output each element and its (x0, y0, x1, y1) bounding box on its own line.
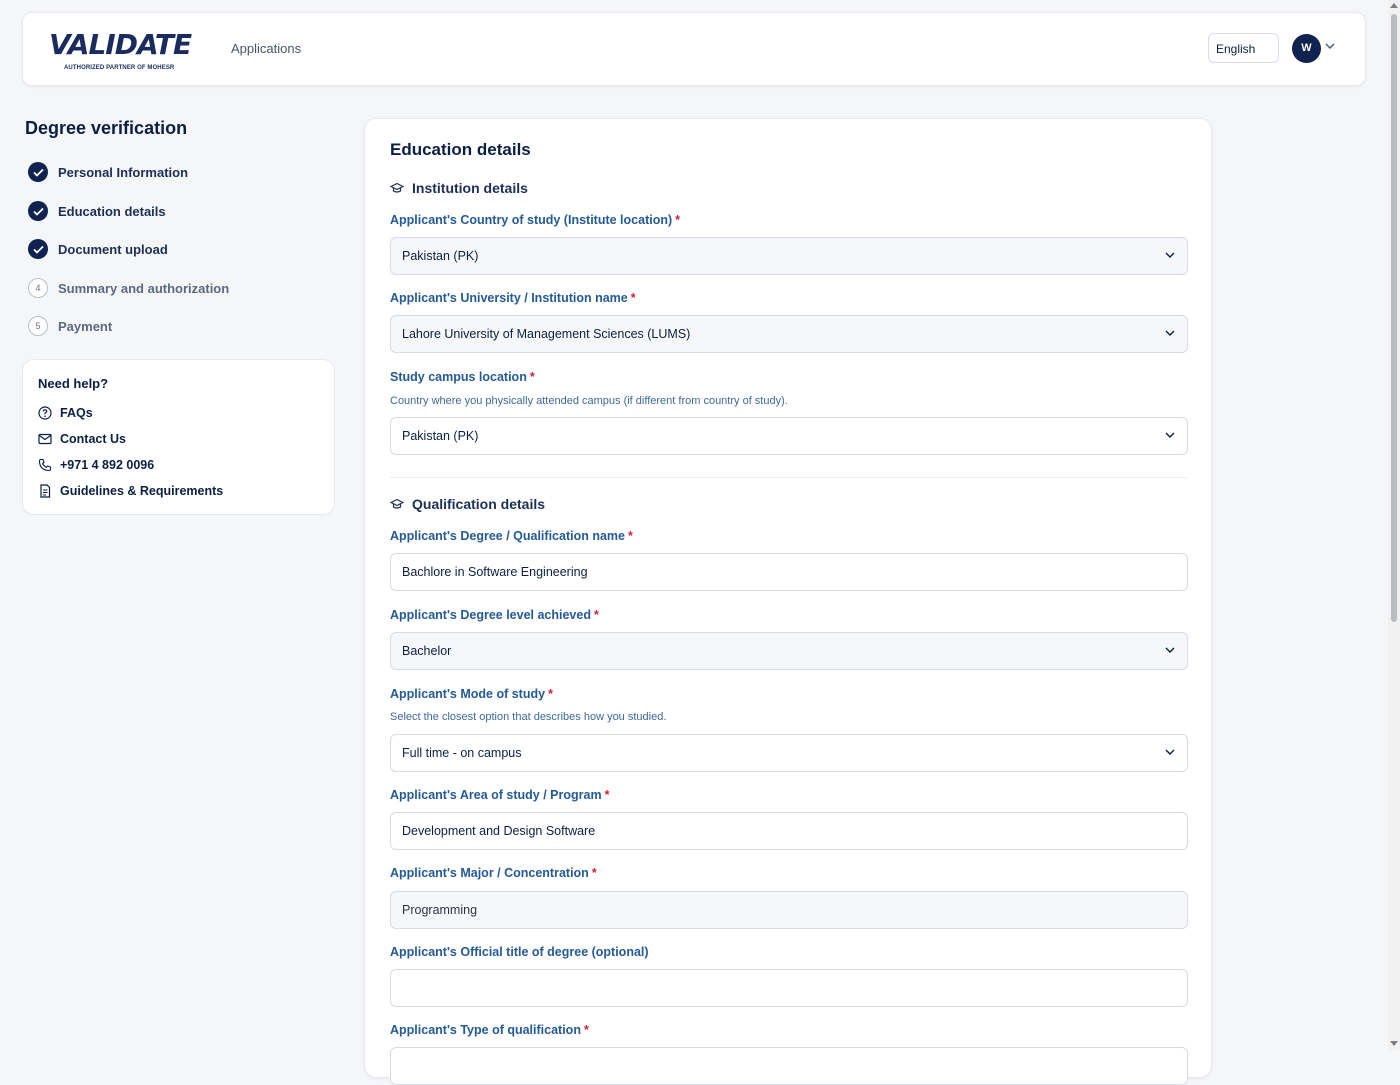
help-item-label: FAQs (60, 406, 93, 420)
degree-level-label: Applicant's Degree level achieved * (390, 608, 599, 622)
major-input[interactable]: Programming (390, 891, 1188, 929)
qualification-section-header: Qualification details (390, 496, 545, 512)
scroll-down-arrow-icon[interactable] (1390, 1041, 1398, 1046)
step-label: Document upload (58, 241, 168, 257)
degree-level-select[interactable]: Bachelor (390, 632, 1188, 670)
chevron-down-icon[interactable] (1325, 42, 1335, 50)
scrollbar-thumb[interactable] (1391, 14, 1397, 622)
page-scrollbar[interactable] (1388, 0, 1400, 1050)
selected-value: Pakistan (PK) (402, 249, 479, 263)
form-title: Education details (390, 140, 531, 159)
chevron-down-icon (1165, 432, 1175, 438)
check-icon (28, 201, 48, 221)
graduation-cap-icon (390, 182, 404, 193)
major-label: Applicant's Major / Concentration * (390, 866, 597, 880)
chevron-down-icon (1165, 749, 1175, 755)
official-title-label: Applicant's Official title of degree (op… (390, 945, 649, 959)
top-navbar: VALIDATE AUTHORIZED PARTNER OF MOHESR Ap… (22, 12, 1366, 86)
help-item-label: Contact Us (60, 432, 126, 446)
step-document-upload[interactable]: Document upload (28, 238, 168, 260)
selected-value: Pakistan (PK) (402, 429, 479, 443)
degree-name-label: Applicant's Degree / Qualification name * (390, 529, 633, 543)
help-guidelines-link[interactable]: Guidelines & Requirements (38, 484, 223, 498)
step-education-details[interactable]: Education details (28, 200, 166, 222)
chevron-down-icon (1165, 647, 1175, 653)
institution-name-select[interactable]: Lahore University of Management Sciences… (390, 315, 1188, 353)
section-title: Qualification details (412, 496, 546, 512)
area-of-study-input[interactable]: Development and Design Software (390, 812, 1188, 850)
mode-of-study-hint: Select the closest option that describes… (390, 711, 667, 723)
help-title: Need help? (38, 376, 109, 391)
campus-location-label: Study campus location * (390, 370, 535, 384)
qualification-type-label: Applicant's Type of qualification * (390, 1023, 589, 1037)
scroll-up-arrow-icon[interactable] (1390, 3, 1398, 8)
country-of-study-select[interactable]: Pakistan (PK) (390, 237, 1188, 275)
logo-wordmark: VALIDATE (49, 28, 192, 61)
help-contact-link[interactable]: Contact Us (38, 432, 126, 446)
document-icon (40, 484, 51, 498)
step-personal-information[interactable]: Personal Information (28, 161, 188, 183)
step-label: Personal Information (58, 164, 189, 180)
section-title: Institution details (412, 180, 528, 196)
institution-name-label: Applicant's University / Institution nam… (390, 291, 636, 305)
language-selector[interactable]: English (1208, 33, 1279, 63)
user-avatar[interactable]: W (1292, 34, 1321, 63)
chevron-down-icon (1165, 330, 1175, 336)
sidebar-title: Degree verification (25, 118, 188, 138)
help-item-label: +971 4 892 0096 (60, 458, 155, 472)
help-card: Need help? FAQs Contact Us +971 4 892 00… (22, 359, 335, 515)
area-of-study-label: Applicant's Area of study / Program * (390, 788, 610, 802)
check-icon (28, 162, 48, 182)
institution-section-header: Institution details (390, 180, 528, 196)
step-label: Education details (58, 203, 166, 219)
step-number: 4 (28, 278, 48, 298)
help-item-label: Guidelines & Requirements (60, 484, 224, 498)
mode-of-study-select[interactable]: Full time - on campus (390, 734, 1188, 772)
input-value: Development and Design Software (402, 824, 596, 838)
section-divider (390, 477, 1188, 478)
check-icon (28, 239, 48, 259)
help-faqs-link[interactable]: FAQs (38, 406, 93, 420)
step-label: Payment (58, 318, 113, 334)
help-phone-link[interactable]: +971 4 892 0096 (38, 458, 154, 472)
selected-value: Full time - on campus (402, 746, 522, 760)
selected-value: Bachelor (402, 644, 452, 658)
question-circle-icon (38, 406, 52, 420)
step-payment[interactable]: 5 Payment (28, 315, 112, 337)
official-title-input[interactable] (390, 969, 1188, 1007)
mail-icon (38, 433, 52, 445)
campus-location-hint: Country where you physically attended ca… (390, 395, 788, 407)
step-number: 5 (28, 316, 48, 336)
step-summary-authorization[interactable]: 4 Summary and authorization (28, 277, 229, 299)
education-details-card: Education details Institution details Ap… (364, 118, 1212, 1085)
graduation-cap-icon (390, 498, 404, 509)
logo-tagline: AUTHORIZED PARTNER OF MOHESR (64, 65, 175, 71)
qualification-type-select[interactable] (390, 1047, 1188, 1085)
nav-applications-link[interactable]: Applications (231, 41, 301, 56)
mode-of-study-label: Applicant's Mode of study * (390, 687, 553, 701)
selected-value: Lahore University of Management Sciences… (402, 327, 691, 341)
input-value: Bachlore in Software Engineering (402, 565, 588, 579)
degree-name-input[interactable]: Bachlore in Software Engineering (390, 553, 1188, 591)
validate-logo[interactable]: VALIDATE AUTHORIZED PARTNER OF MOHESR (49, 28, 192, 75)
country-of-study-label: Applicant's Country of study (Institute … (390, 213, 681, 227)
campus-location-select[interactable]: Pakistan (PK) (390, 417, 1188, 455)
phone-icon (38, 458, 52, 472)
input-value: Programming (402, 903, 478, 917)
chevron-down-icon (1165, 252, 1175, 258)
step-label: Summary and authorization (58, 280, 230, 296)
